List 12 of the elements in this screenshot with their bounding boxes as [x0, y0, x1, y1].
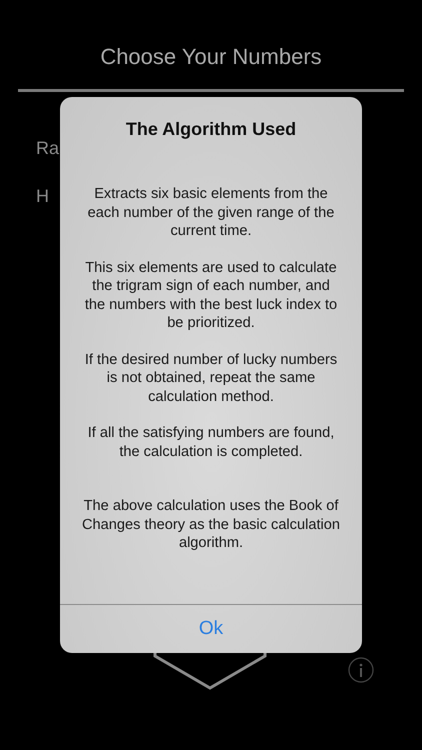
dialog-paragraph: If the desired number of lucky numbers is not obtained, repeat the same calculation method. — [84, 350, 338, 406]
dialog-paragraph: If all the satisfying numbers are found, the calculation is completed. — [86, 424, 336, 461]
row-label: Ra — [36, 138, 60, 159]
dialog-paragraph: This six elements are used to calculate the trigram sign of each number, and the numbers with the best luck index to be prioritized. — [84, 258, 338, 332]
ok-button[interactable]: Ok — [60, 605, 362, 653]
info-icon[interactable] — [348, 657, 374, 683]
dialog-paragraph: The above calculation uses the Book of Changes theory as the basic calculation algorithm. — [82, 497, 340, 552]
row-label: H — [36, 186, 49, 207]
chevron-down-icon[interactable] — [152, 652, 268, 690]
screen-title: Choose Your Numbers — [99, 43, 323, 71]
dialog-title: The Algorithm Used — [124, 118, 298, 140]
dialog-paragraph: Extracts six basic elements from the each number of the given range of the current time. — [86, 185, 336, 240]
